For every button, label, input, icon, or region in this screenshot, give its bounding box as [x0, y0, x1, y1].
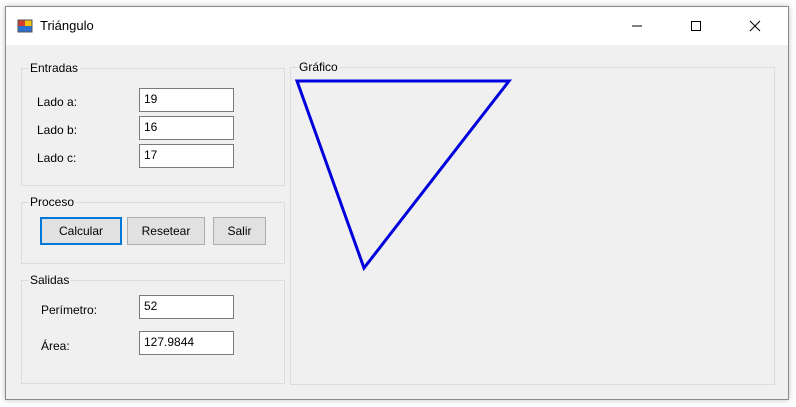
title-bar: Triángulo: [6, 7, 788, 45]
proceso-title: Proceso: [28, 195, 77, 209]
minimize-icon: [632, 25, 642, 27]
maximize-button[interactable]: [667, 7, 725, 45]
lado-c-input[interactable]: 17: [139, 144, 234, 168]
entradas-group: Entradas Lado a: 19 Lado b: 16 Lado c: 1…: [21, 61, 285, 186]
grafico-canvas: [294, 79, 513, 272]
proceso-group: Proceso Calcular Resetear Salir: [21, 195, 285, 264]
lado-c-label: Lado c:: [37, 151, 77, 165]
main-window: Triángulo Entradas Lado a: 19 Lado b: 16…: [5, 6, 789, 400]
lado-b-label: Lado b:: [37, 123, 78, 137]
resetear-button[interactable]: Resetear: [127, 217, 205, 245]
salir-button[interactable]: Salir: [213, 217, 266, 245]
lado-a-input[interactable]: 19: [139, 88, 234, 112]
grafico-group: Gráfico: [290, 60, 775, 385]
minimize-button[interactable]: [608, 7, 666, 45]
area-label: Área:: [41, 339, 70, 353]
salidas-group: Salidas Perímetro: 52 Área: 127.9844: [21, 273, 285, 384]
close-button[interactable]: [726, 7, 784, 45]
lado-a-label: Lado a:: [37, 95, 78, 109]
perimetro-label: Perímetro:: [41, 303, 98, 317]
area-output[interactable]: 127.9844: [139, 331, 234, 355]
maximize-icon: [691, 21, 701, 31]
perimetro-output[interactable]: 52: [139, 295, 234, 319]
calcular-button[interactable]: Calcular: [40, 217, 122, 245]
entradas-title: Entradas: [28, 61, 81, 75]
close-icon: [749, 20, 761, 32]
window-title: Triángulo: [40, 18, 94, 33]
lado-b-input[interactable]: 16: [139, 116, 234, 140]
salidas-title: Salidas: [28, 273, 72, 287]
app-icon: [17, 19, 33, 33]
triangle-shape: [294, 79, 513, 272]
